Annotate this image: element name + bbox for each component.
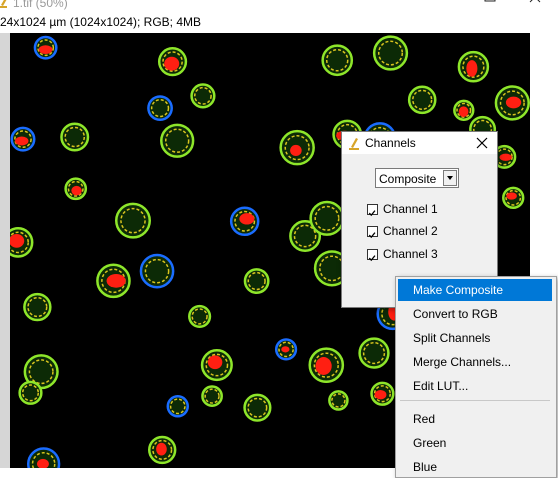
cell bbox=[18, 380, 43, 405]
cell bbox=[147, 95, 173, 122]
cell bbox=[309, 200, 345, 236]
cell bbox=[160, 123, 195, 158]
cell bbox=[188, 304, 212, 328]
maximize-button[interactable] bbox=[470, 0, 510, 10]
more-popup-menu: Make Composite Convert to RGB Split Chan… bbox=[395, 276, 557, 478]
cell bbox=[190, 83, 216, 109]
channel-3-checkbox[interactable] bbox=[367, 249, 378, 262]
menu-item-red[interactable]: Red bbox=[398, 408, 552, 430]
cell bbox=[60, 122, 90, 152]
menu-separator bbox=[400, 400, 550, 401]
cell bbox=[279, 129, 315, 166]
cell bbox=[26, 447, 61, 468]
cell bbox=[23, 292, 52, 322]
window-titlebar: 1.tif (50%) bbox=[0, 0, 558, 12]
channel-2-label: Channel 2 bbox=[383, 224, 438, 238]
cell bbox=[321, 44, 354, 77]
close-window-button[interactable] bbox=[515, 0, 555, 10]
cell bbox=[308, 347, 345, 383]
checkmark-icon bbox=[368, 210, 376, 217]
cell bbox=[274, 338, 298, 361]
menu-item-split-channels[interactable]: Split Channels bbox=[398, 327, 552, 349]
cell bbox=[33, 35, 58, 60]
cell bbox=[328, 390, 349, 411]
app-icon bbox=[0, 0, 7, 8]
image-info: 24x1024 µm (1024x1024); RGB; 4MB bbox=[0, 15, 202, 29]
cell bbox=[494, 85, 530, 121]
cell bbox=[64, 177, 88, 201]
cell bbox=[148, 435, 177, 465]
dialog-titlebar: Channels bbox=[342, 132, 497, 154]
cell bbox=[115, 202, 152, 239]
window-border bbox=[0, 33, 10, 468]
window-title: 1.tif (50%) bbox=[13, 0, 68, 10]
cell bbox=[243, 393, 272, 422]
menu-item-blue[interactable]: Blue bbox=[398, 456, 552, 478]
mode-select[interactable]: Composite bbox=[375, 168, 459, 188]
close-icon[interactable] bbox=[473, 134, 491, 152]
cell bbox=[10, 227, 34, 258]
channel-2-checkbox[interactable] bbox=[367, 226, 378, 239]
checkmark-icon bbox=[368, 255, 376, 262]
chevron-down-icon bbox=[447, 176, 453, 180]
cell bbox=[407, 85, 437, 115]
cell bbox=[229, 206, 260, 237]
menu-item-green[interactable]: Green bbox=[398, 432, 552, 454]
cell bbox=[96, 263, 131, 299]
menu-item-merge-channels[interactable]: Merge Channels... bbox=[398, 351, 552, 373]
menu-item-make-composite[interactable]: Make Composite bbox=[398, 279, 552, 301]
minimize-button[interactable] bbox=[425, 0, 465, 10]
cell bbox=[358, 337, 390, 369]
cell bbox=[201, 385, 223, 407]
cell bbox=[453, 99, 475, 121]
cell bbox=[243, 268, 270, 294]
cell bbox=[10, 126, 36, 152]
menu-item-convert-to-rgb[interactable]: Convert to RGB bbox=[398, 303, 552, 325]
checkmark-icon bbox=[368, 232, 376, 239]
cell bbox=[200, 348, 233, 382]
cell bbox=[372, 35, 409, 71]
mode-select-value: Composite bbox=[379, 172, 437, 186]
cell bbox=[457, 50, 490, 83]
cell bbox=[502, 186, 525, 210]
channel-1-label: Channel 1 bbox=[383, 202, 438, 216]
cell bbox=[139, 253, 175, 289]
channel-3-label: Channel 3 bbox=[383, 247, 438, 261]
cell bbox=[166, 395, 189, 418]
menu-item-edit-lut[interactable]: Edit LUT... bbox=[398, 375, 552, 397]
dialog-title: Channels bbox=[365, 136, 416, 150]
cell bbox=[370, 381, 395, 406]
mode-select-button[interactable] bbox=[443, 170, 457, 186]
channel-1-checkbox[interactable] bbox=[367, 204, 378, 217]
cell bbox=[157, 47, 188, 77]
microscope-icon bbox=[349, 138, 359, 150]
